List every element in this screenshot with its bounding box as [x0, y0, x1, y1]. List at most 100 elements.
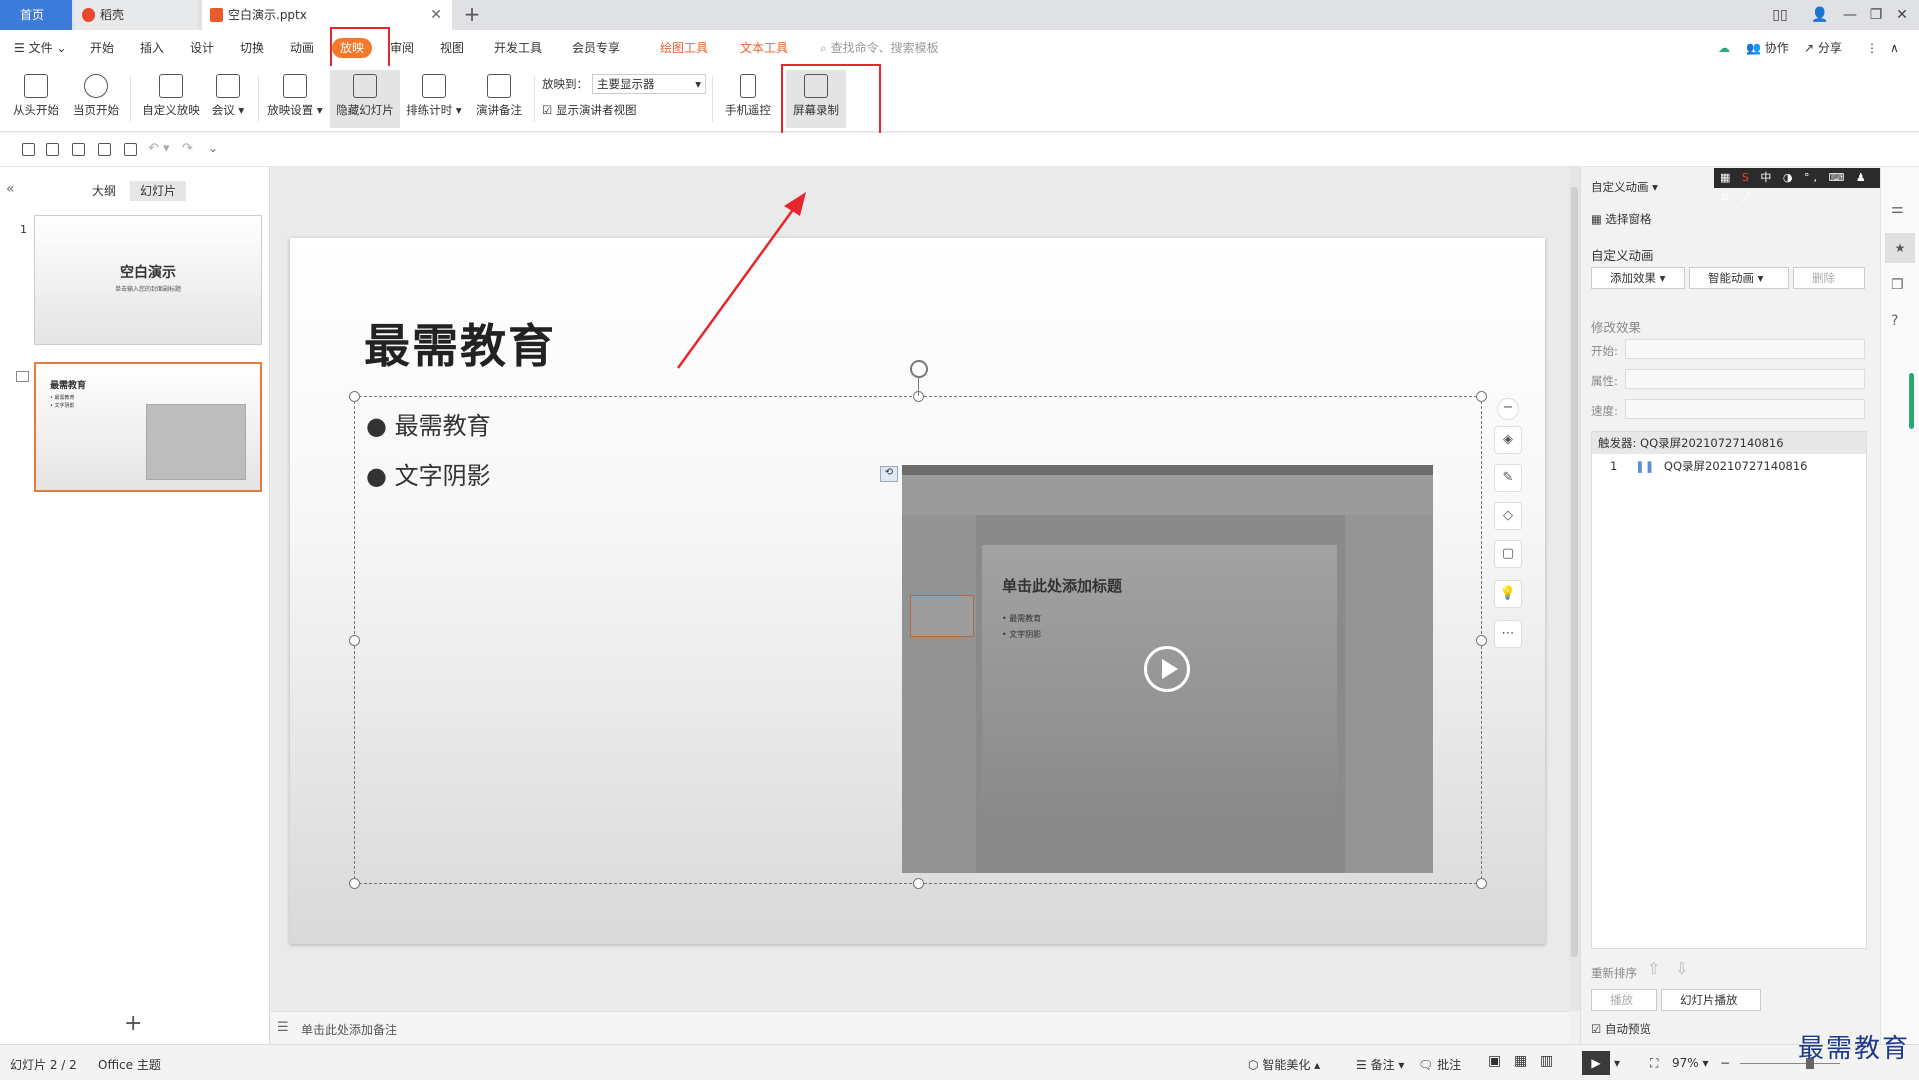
delete-button[interactable]: 删除: [1793, 267, 1865, 289]
share-button[interactable]: ↗ 分享: [1804, 30, 1842, 66]
sorter-view-icon[interactable]: ▦: [1514, 1053, 1527, 1069]
collab-button[interactable]: 👥 协作: [1746, 30, 1789, 66]
resize-handle[interactable]: [1476, 391, 1487, 402]
resize-handle[interactable]: [349, 635, 360, 646]
ime-toolbar[interactable]: ▦ S 中 ◑ °, ⌨ ♟ ⚙ ⤢: [1714, 168, 1886, 204]
help-icon[interactable]: ?: [1891, 313, 1898, 329]
more-tools-icon[interactable]: ⋯: [1494, 620, 1522, 648]
tab-document[interactable]: 空白演示.pptx ✕: [202, 0, 452, 30]
new-tab-button[interactable]: +: [458, 0, 486, 30]
show-settings-button[interactable]: 放映设置 ▾: [264, 70, 326, 128]
reading-view-icon[interactable]: ▥: [1540, 1053, 1553, 1069]
display-select[interactable]: 主要显示器 ▾: [592, 74, 706, 94]
tab-home[interactable]: 首页: [0, 0, 72, 30]
animation-pin-icon[interactable]: ★: [1885, 233, 1915, 263]
theme-name[interactable]: Office 主题: [98, 1056, 161, 1073]
resize-handle[interactable]: [913, 878, 924, 889]
crop-icon[interactable]: ▢: [1494, 540, 1522, 568]
zoom-out-icon[interactable]: −: [1497, 398, 1519, 420]
cloud-sync-icon[interactable]: ☁: [1718, 30, 1730, 66]
resize-handle[interactable]: [349, 878, 360, 889]
menu-insert[interactable]: 插入: [140, 30, 164, 66]
more-icon[interactable]: ⋮: [1866, 30, 1878, 66]
speed-select[interactable]: [1625, 399, 1865, 419]
search-box[interactable]: ⌕ 查找命令、搜索模板: [820, 30, 939, 66]
play-button[interactable]: 播放: [1591, 989, 1657, 1011]
from-start-button[interactable]: 从头开始: [8, 70, 64, 128]
print-icon[interactable]: [98, 143, 111, 156]
add-slide-button[interactable]: +: [124, 1011, 142, 1036]
menu-design[interactable]: 设计: [190, 30, 214, 66]
close-tab-icon[interactable]: ✕: [430, 0, 442, 30]
normal-view-icon[interactable]: ▣: [1488, 1053, 1501, 1069]
menu-review[interactable]: 审阅: [390, 30, 414, 66]
notes-toggle[interactable]: ☰ 备注 ▾: [1356, 1056, 1404, 1073]
menu-animation[interactable]: 动画: [290, 30, 314, 66]
menu-text-tools[interactable]: 文本工具: [740, 30, 788, 66]
play-options-icon[interactable]: ▾: [1614, 1056, 1620, 1070]
fit-window-icon[interactable]: ⛶: [1650, 1056, 1658, 1071]
slide-bullet[interactable]: ● 最需教育: [366, 406, 491, 441]
move-down-icon[interactable]: ⇩: [1675, 959, 1688, 978]
file-menu[interactable]: ☰ 文件 ⌄: [14, 30, 66, 66]
meeting-button[interactable]: 会议 ▾: [206, 70, 250, 128]
close-window-icon[interactable]: ✕: [1882, 0, 1919, 30]
custom-show-button[interactable]: 自定义放映: [138, 70, 204, 128]
start-select[interactable]: [1625, 339, 1865, 359]
play-slideshow-icon[interactable]: ▶: [1582, 1051, 1610, 1075]
new-icon[interactable]: [22, 143, 35, 156]
smart-animation-button[interactable]: 智能动画 ▾: [1689, 267, 1789, 289]
rotate-handle-icon[interactable]: [910, 360, 928, 378]
layout-icon[interactable]: ▯▯: [1760, 0, 1800, 30]
resize-handle[interactable]: [1476, 635, 1487, 646]
slide-title[interactable]: 最需教育: [364, 310, 556, 376]
slide-thumbnail-2[interactable]: 最需教育 • 最需教育 • 文字阴影: [34, 362, 262, 492]
tab-slides[interactable]: 幻灯片: [130, 181, 187, 201]
presenter-view-checkbox[interactable]: ☑ 显示演讲者视图: [542, 102, 636, 118]
rehearse-button[interactable]: 排练计时 ▾: [404, 70, 464, 128]
comments-toggle[interactable]: 🗨 批注: [1418, 1056, 1461, 1073]
play-icon[interactable]: [1144, 646, 1190, 692]
lightbulb-icon[interactable]: 💡: [1494, 580, 1522, 608]
menu-developer[interactable]: 开发工具: [494, 30, 542, 66]
add-effect-button[interactable]: 添加效果 ▾: [1591, 267, 1685, 289]
slide-bullet[interactable]: ● 文字阴影: [366, 456, 491, 491]
undo-icon[interactable]: ↶ ▾: [148, 141, 170, 156]
phone-remote-button[interactable]: 手机遥控: [720, 70, 776, 128]
zoom-level[interactable]: 97% ▾: [1672, 1056, 1709, 1070]
save-icon[interactable]: [46, 143, 59, 156]
collapse-panel-icon[interactable]: «: [6, 181, 15, 197]
collapse-ribbon-icon[interactable]: ∧: [1890, 30, 1899, 66]
print-preview-icon[interactable]: [124, 143, 137, 156]
from-current-button[interactable]: 当页开始: [68, 70, 124, 128]
tab-daoke[interactable]: 稻壳: [74, 0, 198, 30]
pane-header[interactable]: 自定义动画 ▾: [1591, 179, 1658, 195]
select-pane-button[interactable]: ▦ 选择窗格: [1591, 211, 1652, 227]
menu-drawing-tools[interactable]: 绘图工具: [660, 30, 708, 66]
autopreview-checkbox[interactable]: ☑ 自动预览: [1591, 1021, 1651, 1037]
move-up-icon[interactable]: ⇧: [1647, 959, 1660, 978]
slideshow-button[interactable]: 幻灯片播放: [1661, 989, 1761, 1011]
transition-icon[interactable]: ❐: [1891, 277, 1904, 293]
trigger-row[interactable]: 触发器: QQ录屏20210727140816: [1592, 432, 1866, 454]
notes-bar[interactable]: ☰ 单击此处添加备注: [271, 1011, 1569, 1044]
scroll-thumb[interactable]: [1571, 187, 1578, 957]
hide-slide-button[interactable]: 隐藏幻灯片: [330, 70, 400, 128]
layers-icon[interactable]: ◈: [1494, 426, 1522, 454]
format-painter-icon[interactable]: [72, 143, 85, 156]
menu-view[interactable]: 视图: [440, 30, 464, 66]
property-select[interactable]: [1625, 369, 1865, 389]
fill-icon[interactable]: ◇: [1494, 502, 1522, 530]
beautify-button[interactable]: ⬡ 智能美化 ▴: [1248, 1056, 1320, 1073]
video-object[interactable]: 单击此处添加标题 • 最需教育 • 文字阴影: [902, 465, 1433, 873]
trigger-animation-icon[interactable]: ⟲: [880, 466, 898, 482]
tab-outline[interactable]: 大纲: [82, 181, 126, 201]
menu-transition[interactable]: 切换: [240, 30, 264, 66]
menu-start[interactable]: 开始: [90, 30, 114, 66]
zoom-out-icon[interactable]: −: [1720, 1056, 1730, 1070]
pen-icon[interactable]: ✎: [1494, 464, 1522, 492]
customize-icon[interactable]: ⌄: [208, 141, 218, 155]
speaker-notes-button[interactable]: 演讲备注: [470, 70, 528, 128]
redo-icon[interactable]: ↷: [182, 141, 193, 156]
vertical-scrollbar[interactable]: [1569, 167, 1580, 1011]
